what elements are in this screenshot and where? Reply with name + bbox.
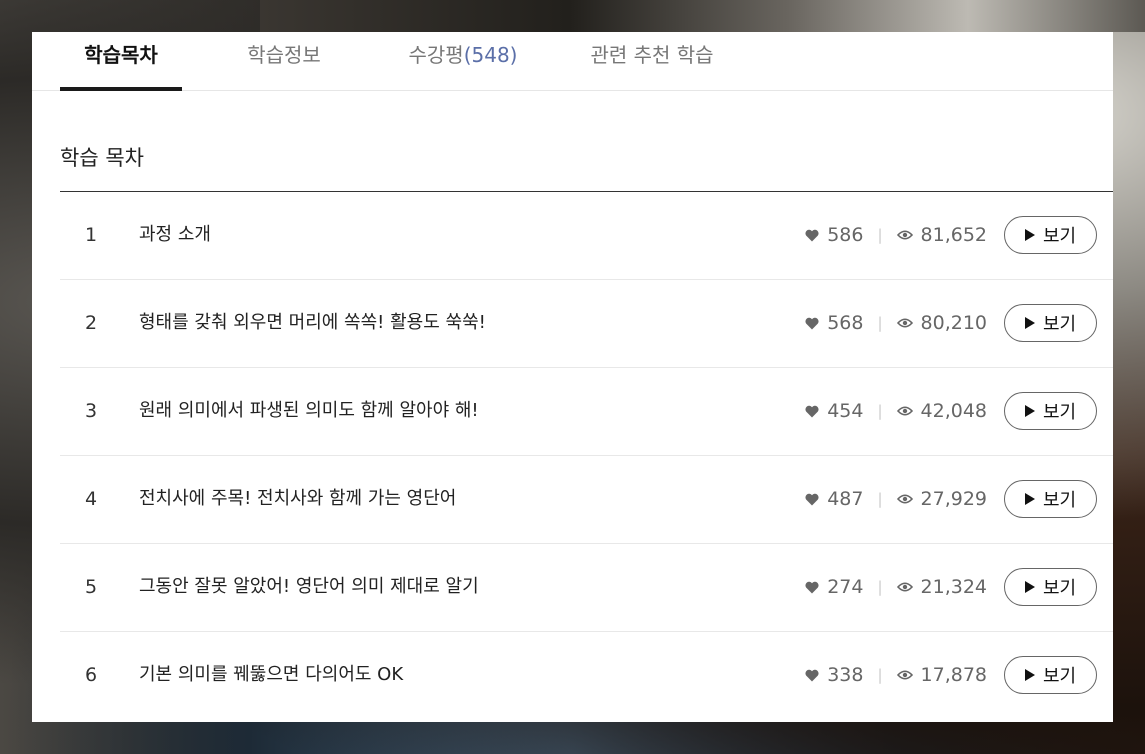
lesson-number: 4 <box>84 488 98 510</box>
stat-separator: | <box>877 402 883 420</box>
view-count: 27,929 <box>920 488 987 510</box>
stat-separator: | <box>877 226 883 244</box>
stat-separator: | <box>877 490 883 508</box>
view-button[interactable]: 보기 <box>1004 392 1097 430</box>
tab-bar: 학습목차 학습정보 수강평(548) 관련 추천 학습 <box>32 32 1113 91</box>
view-button-label: 보기 <box>1042 226 1077 247</box>
lesson-title: 그동안 잘못 알았어! 영단어 의미 제대로 알기 <box>139 576 479 597</box>
stat-separator: | <box>877 314 883 332</box>
lesson-number: 6 <box>84 664 98 686</box>
tab-label: 수강평 <box>408 43 464 67</box>
lesson-row: 3 원래 의미에서 파생된 의미도 함께 알아야 해! 454 | 42,048… <box>60 368 1113 456</box>
view-button[interactable]: 보기 <box>1004 656 1097 694</box>
lesson-title: 전치사에 주목! 전치사와 함께 가는 영단어 <box>139 488 457 509</box>
view-button-label: 보기 <box>1042 402 1077 423</box>
like-count: 338 <box>827 664 864 686</box>
view-count: 21,324 <box>920 576 987 598</box>
tab-curriculum[interactable]: 학습목차 <box>60 32 182 91</box>
course-content-panel: 학습목차 학습정보 수강평(548) 관련 추천 학습 학습 목차 1 과정 소… <box>32 32 1113 722</box>
lesson-stats: 274 | 21,324 <box>805 544 987 630</box>
play-icon <box>1024 229 1035 241</box>
heart-icon <box>805 405 819 417</box>
view-count: 17,878 <box>920 664 987 686</box>
lesson-row: 2 형태를 갖춰 외우면 머리에 쏙쏙! 활용도 쑥쑥! 568 | 80,21… <box>60 280 1113 368</box>
lesson-stats: 568 | 80,210 <box>805 280 987 366</box>
heart-icon <box>805 669 819 681</box>
like-count: 487 <box>827 488 864 510</box>
view-count: 42,048 <box>920 400 987 422</box>
view-button[interactable]: 보기 <box>1004 216 1097 254</box>
lesson-row: 4 전치사에 주목! 전치사와 함께 가는 영단어 487 | 27,929 보… <box>60 456 1113 544</box>
view-button[interactable]: 보기 <box>1004 480 1097 518</box>
review-count: (548) <box>463 43 518 67</box>
lesson-number: 2 <box>84 312 98 334</box>
lesson-title: 형태를 갖춰 외우면 머리에 쏙쏙! 활용도 쑥쑥! <box>139 312 486 333</box>
play-icon <box>1024 317 1035 329</box>
lesson-row: 5 그동안 잘못 알았어! 영단어 의미 제대로 알기 274 | 21,324… <box>60 544 1113 632</box>
play-icon <box>1024 581 1035 593</box>
like-count: 274 <box>827 576 864 598</box>
view-button-label: 보기 <box>1042 314 1077 335</box>
lesson-number: 1 <box>84 224 98 246</box>
eye-icon <box>896 670 913 680</box>
heart-icon <box>805 581 819 593</box>
tab-label: 학습목차 <box>84 43 158 67</box>
lesson-number: 3 <box>84 400 98 422</box>
background-photo <box>260 0 1145 32</box>
view-button-label: 보기 <box>1042 490 1077 511</box>
play-icon <box>1024 669 1035 681</box>
eye-icon <box>896 494 913 504</box>
eye-icon <box>896 230 913 240</box>
tab-label: 학습정보 <box>247 43 321 67</box>
heart-icon <box>805 229 819 241</box>
lesson-stats: 454 | 42,048 <box>805 368 987 454</box>
lesson-stats: 586 | 81,652 <box>805 192 987 278</box>
like-count: 568 <box>827 312 864 334</box>
lesson-title: 기본 의미를 꿰뚫으면 다의어도 OK <box>139 664 404 685</box>
stat-separator: | <box>877 666 883 684</box>
eye-icon <box>896 318 913 328</box>
view-button[interactable]: 보기 <box>1004 304 1097 342</box>
play-icon <box>1024 405 1035 417</box>
view-button[interactable]: 보기 <box>1004 568 1097 606</box>
lesson-title: 과정 소개 <box>139 224 211 245</box>
lesson-stats: 338 | 17,878 <box>805 632 987 718</box>
view-count: 81,652 <box>920 224 987 246</box>
tab-reviews[interactable]: 수강평(548) <box>398 32 528 90</box>
view-button-label: 보기 <box>1042 578 1077 599</box>
tab-label: 관련 추천 학습 <box>590 43 714 67</box>
view-count: 80,210 <box>920 312 987 334</box>
lesson-number: 5 <box>84 576 98 598</box>
section-title: 학습 목차 <box>60 146 144 170</box>
tab-related-courses[interactable]: 관련 추천 학습 <box>580 32 724 90</box>
play-icon <box>1024 493 1035 505</box>
heart-icon <box>805 493 819 505</box>
lesson-row: 1 과정 소개 586 | 81,652 보기 <box>60 192 1113 280</box>
tab-course-info[interactable]: 학습정보 <box>228 32 340 90</box>
eye-icon <box>896 582 913 592</box>
heart-icon <box>805 317 819 329</box>
lesson-title: 원래 의미에서 파생된 의미도 함께 알아야 해! <box>139 400 479 421</box>
lesson-row: 6 기본 의미를 꿰뚫으면 다의어도 OK 338 | 17,878 보기 <box>60 632 1113 719</box>
lesson-stats: 487 | 27,929 <box>805 456 987 542</box>
view-button-label: 보기 <box>1042 666 1077 687</box>
like-count: 454 <box>827 400 864 422</box>
eye-icon <box>896 406 913 416</box>
lesson-list: 1 과정 소개 586 | 81,652 보기 2 형태를 갖춰 외우면 머리에… <box>60 192 1113 719</box>
like-count: 586 <box>827 224 864 246</box>
stat-separator: | <box>877 578 883 596</box>
